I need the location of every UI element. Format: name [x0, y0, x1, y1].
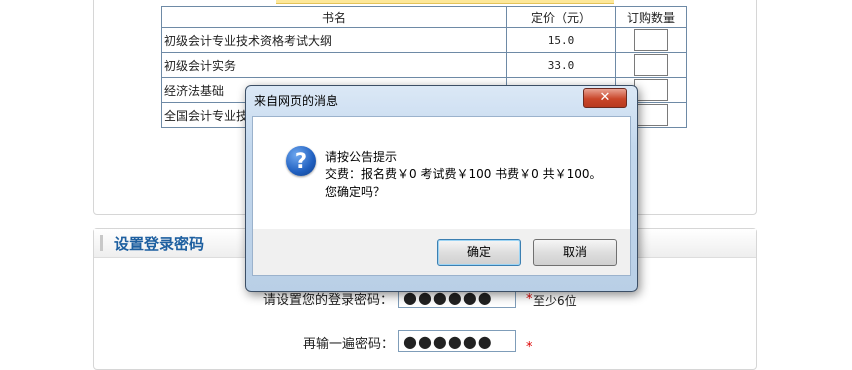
dialog-body: ? 请按公告提示 交费：报名费￥0 考试费￥100 书费￥0 共￥100。 您确…	[252, 116, 631, 231]
confirm-password-field[interactable]: ●●●●●●	[398, 330, 516, 352]
column-header-name: 书名	[161, 6, 507, 28]
quantity-input[interactable]	[634, 54, 668, 76]
dialog-message-line2: 交费：报名费￥0 考试费￥100 书费￥0 共￥100。	[325, 167, 602, 181]
dialog-title: 来自网页的消息	[254, 94, 339, 108]
quantity-input[interactable]	[634, 79, 668, 101]
qty-cell	[615, 52, 687, 78]
table-row: 初级会计实务 33.0	[161, 52, 687, 78]
dialog-footer: 确定 取消	[252, 229, 631, 276]
table-row: 初级会计专业技术资格考试大纲 15.0	[161, 27, 687, 53]
header-accent-bar	[100, 235, 103, 251]
confirm-dialog: 来自网页的消息 ✕ ? 请按公告提示 交费：报名费￥0 考试费￥100 书费￥0…	[245, 85, 638, 292]
qty-cell	[615, 27, 687, 53]
table-header-row: 书名 定价（元） 订购数量	[161, 6, 687, 28]
dialog-message-line1: 请按公告提示	[325, 150, 398, 164]
confirm-password-label: 再输一遍密码：	[303, 337, 395, 352]
book-price: 15.0	[506, 27, 616, 53]
ok-button[interactable]: 确定	[437, 239, 521, 266]
required-mark: *	[526, 340, 533, 355]
cancel-button[interactable]: 取消	[533, 239, 617, 266]
book-name: 初级会计专业技术资格考试大纲	[161, 27, 507, 53]
section-title: 设置登录密码	[114, 235, 205, 253]
close-button[interactable]: ✕	[583, 88, 627, 108]
close-icon: ✕	[599, 90, 611, 105]
book-price: 33.0	[506, 52, 616, 78]
password-hint: 至少6位	[533, 294, 577, 308]
column-header-price: 定价（元）	[506, 6, 616, 28]
quantity-input[interactable]	[634, 104, 668, 126]
notice-strip	[276, 0, 614, 4]
question-icon: ?	[286, 146, 316, 176]
required-mark: *	[526, 292, 533, 307]
quantity-input[interactable]	[634, 29, 668, 51]
book-name: 初级会计实务	[161, 52, 507, 78]
column-header-qty: 订购数量	[615, 6, 687, 28]
dialog-message-line3: 您确定吗？	[325, 185, 386, 199]
